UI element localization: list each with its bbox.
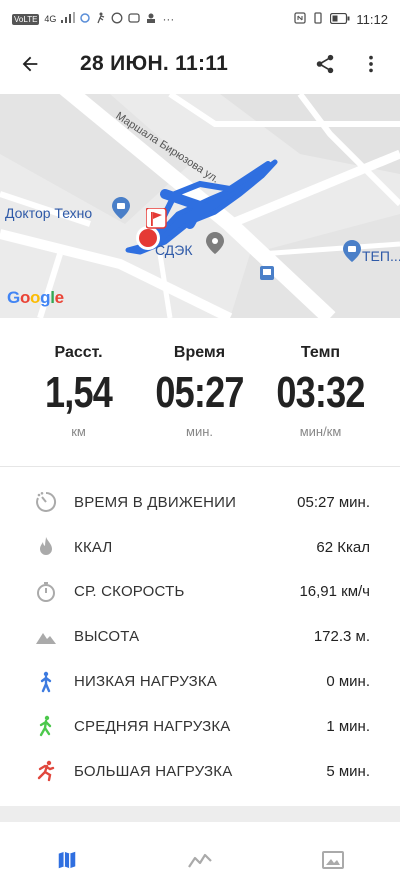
stopwatch-icon	[37, 581, 55, 602]
tab-photos[interactable]	[267, 830, 400, 889]
share-button[interactable]	[302, 38, 348, 90]
stat-label: Расст.	[54, 344, 103, 361]
walker-green-icon	[39, 716, 52, 737]
shop-pin-icon[interactable]	[343, 240, 361, 262]
stat-distance: Расст. 1,54 км	[12, 318, 145, 439]
volte-badge: VoLTE	[12, 13, 40, 25]
metric-row-avg-speed: СР. СКОРОСТЬ 16,91 км/ч	[0, 570, 400, 615]
metric-value: 172.3 м.	[313, 628, 370, 646]
status-bar: VoLTE 4G ··· 11:12	[0, 0, 400, 38]
metric-row-moving-time: ВРЕМЯ В ДВИЖЕНИИ 05:27 мин.	[0, 480, 400, 525]
more-options-button[interactable]	[348, 38, 394, 90]
place-label-tep[interactable]: ТЕП...	[362, 248, 400, 264]
running-app-icon	[95, 12, 106, 27]
arrow-left-icon	[22, 56, 38, 72]
metric-row-kcal: ККАЛ 62 Ккал	[0, 525, 400, 570]
summary-stats: Расст. 1,54 км Время 05:27 мин. Темп 03:…	[0, 318, 400, 466]
metric-label: ВРЕМЯ В ДВИЖЕНИИ	[74, 493, 237, 511]
stat-label: Время	[173, 344, 226, 361]
page-title: 28 ИЮН. 11:11	[80, 52, 229, 75]
metric-value: 05:27 мин.	[297, 493, 370, 511]
back-button[interactable]	[0, 38, 60, 90]
status-icons-right: 11:12	[294, 12, 388, 27]
share-icon	[316, 54, 334, 74]
metric-label: СРЕДНЯЯ НАГРУЗКА	[74, 717, 231, 735]
signal-4g-label: 4G	[44, 14, 57, 24]
stat-value: 1,54	[45, 368, 113, 417]
metric-value: 16,91 км/ч	[299, 583, 370, 601]
nfc-icon	[294, 11, 307, 27]
mountain-icon	[36, 632, 56, 644]
metric-row-medium-load: СРЕДНЯЯ НАГРУЗКА 1 мин.	[0, 704, 400, 749]
metric-value: 0 мин.	[326, 673, 370, 691]
metric-label: БОЛЬШАЯ НАГРУЗКА	[74, 762, 233, 780]
route-map[interactable]: Маршала Бирюзова ул. Доктор Техно СДЭК Т…	[0, 94, 400, 318]
status-time: 11:12	[356, 11, 388, 27]
place-pin-icon[interactable]	[112, 197, 130, 219]
place-label-doktor-tekhno[interactable]: Доктор Техно	[5, 205, 92, 221]
app-bar: 28 ИЮН. 11:11	[0, 38, 400, 90]
timer-motion-icon	[36, 492, 57, 513]
stat-unit: км	[71, 424, 86, 439]
divider	[0, 466, 400, 467]
metric-row-altitude: ВЫСОТА 172.3 м.	[0, 614, 400, 659]
user-app-icon	[145, 12, 157, 27]
section-separator	[0, 806, 400, 822]
runner-red-icon	[37, 760, 55, 782]
metric-row-high-load: БОЛЬШАЯ НАГРУЗКА 5 мин.	[0, 749, 400, 794]
battery-icon	[330, 12, 350, 27]
bluetooth-icon	[80, 12, 91, 27]
flame-icon	[40, 537, 52, 556]
tab-charts[interactable]	[133, 830, 266, 889]
chart-line-icon	[188, 853, 212, 868]
stat-value: 05:27	[155, 368, 244, 417]
metric-label: НИЗКАЯ НАГРУЗКА	[74, 673, 218, 691]
bottom-navigation	[0, 830, 400, 889]
google-logo: Google	[7, 288, 64, 307]
metric-label: СР. СКОРОСТЬ	[74, 583, 185, 601]
stat-pace: Темп 03:32 мин/км	[254, 318, 387, 439]
metric-value: 1 мин.	[326, 717, 370, 735]
dots-icon: ···	[162, 12, 175, 26]
stat-unit: мин/км	[299, 424, 342, 439]
header-actions	[302, 38, 400, 90]
metric-value: 62 Ккал	[316, 538, 370, 556]
image-icon	[322, 850, 345, 869]
more-vert-icon	[369, 55, 373, 73]
bus-stop-icon[interactable]	[260, 266, 274, 280]
map-icon	[58, 851, 75, 868]
location-pin-icon[interactable]	[206, 232, 224, 254]
vibrate-icon	[312, 11, 324, 27]
metric-label: ВЫСОТА	[74, 628, 140, 646]
whatsapp-icon	[111, 12, 123, 27]
walker-blue-icon	[40, 671, 52, 692]
stat-time: Время 05:27 мин.	[133, 318, 266, 439]
metric-label: ККАЛ	[74, 538, 113, 556]
stat-label: Темп	[300, 344, 341, 361]
status-icons-left: VoLTE 4G ···	[12, 12, 174, 27]
metric-value: 5 мин.	[326, 762, 370, 780]
message-icon	[128, 12, 141, 27]
tab-map[interactable]	[0, 830, 133, 889]
stat-unit: мин.	[186, 424, 213, 439]
stat-value: 03:32	[276, 368, 365, 417]
finish-flag-icon	[146, 208, 168, 234]
metrics-list: ВРЕМЯ В ДВИЖЕНИИ 05:27 мин. ККАЛ 62 Ккал…	[0, 480, 400, 794]
signal-icon	[61, 12, 76, 26]
metric-row-low-load: НИЗКАЯ НАГРУЗКА 0 мин.	[0, 659, 400, 704]
